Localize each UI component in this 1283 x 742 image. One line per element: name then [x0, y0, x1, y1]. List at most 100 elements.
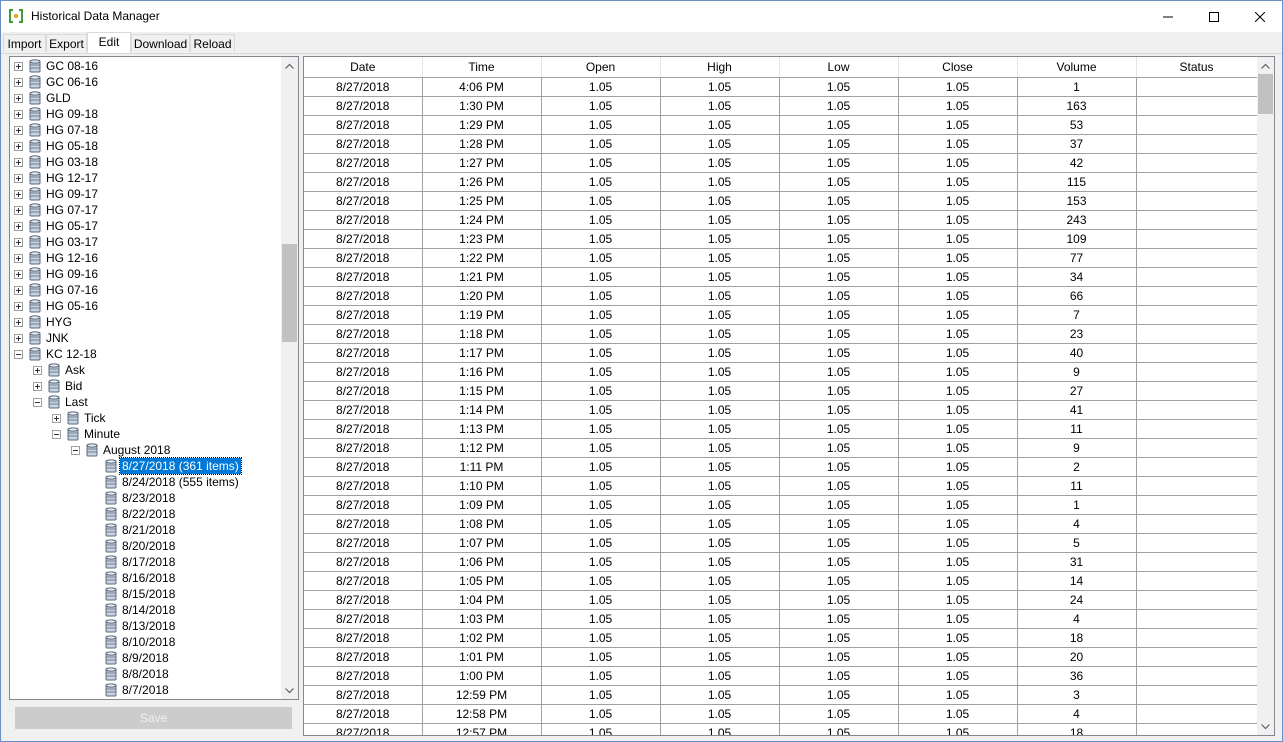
- table-cell[interactable]: 1.05: [660, 115, 780, 135]
- table-cell[interactable]: 1.05: [660, 685, 780, 705]
- column-header[interactable]: Time: [422, 57, 542, 78]
- table-cell[interactable]: [1136, 495, 1258, 515]
- table-cell[interactable]: 1.05: [779, 457, 899, 477]
- table-cell[interactable]: [1136, 704, 1258, 724]
- table-row[interactable]: 8/27/2018 1:18 PM 1.05 1.05 1.05 1.05 23: [304, 324, 1258, 344]
- table-cell[interactable]: 1.05: [779, 514, 899, 534]
- table-cell[interactable]: 8/27/2018: [304, 514, 423, 534]
- table-cell[interactable]: 1:19 PM: [422, 305, 542, 325]
- table-cell[interactable]: 8/27/2018: [304, 533, 423, 553]
- table-cell[interactable]: 1.05: [898, 533, 1018, 553]
- table-cell[interactable]: 1.05: [898, 628, 1018, 648]
- grid-scrollbar[interactable]: [1257, 57, 1274, 735]
- table-cell[interactable]: 1:11 PM: [422, 457, 542, 477]
- table-row[interactable]: 8/27/2018 1:15 PM 1.05 1.05 1.05 1.05 27: [304, 381, 1258, 401]
- table-cell[interactable]: 8/27/2018: [304, 362, 423, 382]
- table-cell[interactable]: 1.05: [779, 552, 899, 572]
- table-cell[interactable]: 1.05: [660, 438, 780, 458]
- table-cell[interactable]: 8/27/2018: [304, 115, 423, 135]
- table-cell[interactable]: 1.05: [779, 267, 899, 287]
- table-row[interactable]: 8/27/2018 1:27 PM 1.05 1.05 1.05 1.05 42: [304, 153, 1258, 173]
- table-cell[interactable]: 1.05: [898, 267, 1018, 287]
- table-cell[interactable]: 1.05: [779, 134, 899, 154]
- table-cell[interactable]: 8/27/2018: [304, 267, 423, 287]
- table-cell[interactable]: 8/27/2018: [304, 438, 423, 458]
- table-cell[interactable]: 1:14 PM: [422, 400, 542, 420]
- symbol-tree[interactable]: GC 08-16 GC 06-16 GLD HG 09-18 HG 07-18 HG 05…: [9, 56, 299, 700]
- table-cell[interactable]: 1:06 PM: [422, 552, 542, 572]
- table-cell[interactable]: 1.05: [660, 172, 780, 192]
- table-row[interactable]: 8/27/2018 12:57 PM 1.05 1.05 1.05 1.05 18: [304, 723, 1258, 735]
- table-cell[interactable]: 1.05: [779, 248, 899, 268]
- table-cell[interactable]: 1.05: [898, 343, 1018, 363]
- table-cell[interactable]: 109: [1017, 229, 1137, 249]
- table-cell[interactable]: 1:29 PM: [422, 115, 542, 135]
- table-cell[interactable]: 18: [1017, 628, 1137, 648]
- tree-scrollbar[interactable]: [281, 57, 298, 699]
- table-cell[interactable]: 1:15 PM: [422, 381, 542, 401]
- table-cell[interactable]: 1.05: [660, 666, 780, 686]
- expand-icon[interactable]: [14, 174, 23, 183]
- table-cell[interactable]: 1.05: [541, 362, 661, 382]
- table-cell[interactable]: 1:10 PM: [422, 476, 542, 496]
- table-cell[interactable]: 4: [1017, 609, 1137, 629]
- table-cell[interactable]: 8/27/2018: [304, 191, 423, 211]
- table-cell[interactable]: 8/27/2018: [304, 172, 423, 192]
- table-cell[interactable]: 7: [1017, 305, 1137, 325]
- table-cell[interactable]: [1136, 343, 1258, 363]
- table-cell[interactable]: 1.05: [898, 514, 1018, 534]
- expand-icon[interactable]: [14, 238, 23, 247]
- table-cell[interactable]: [1136, 191, 1258, 211]
- table-row[interactable]: 8/27/2018 1:22 PM 1.05 1.05 1.05 1.05 77: [304, 248, 1258, 268]
- expand-icon[interactable]: [14, 222, 23, 231]
- scroll-down-button[interactable]: [281, 682, 298, 699]
- table-cell[interactable]: 8/27/2018: [304, 647, 423, 667]
- table-cell[interactable]: 1:26 PM: [422, 172, 542, 192]
- table-cell[interactable]: 1.05: [898, 134, 1018, 154]
- table-row[interactable]: 8/27/2018 12:59 PM 1.05 1.05 1.05 1.05 3: [304, 685, 1258, 705]
- table-cell[interactable]: 1.05: [660, 571, 780, 591]
- table-row[interactable]: 8/27/2018 1:16 PM 1.05 1.05 1.05 1.05 9: [304, 362, 1258, 382]
- table-cell[interactable]: 1.05: [541, 533, 661, 553]
- table-row[interactable]: 8/27/2018 1:26 PM 1.05 1.05 1.05 1.05 115: [304, 172, 1258, 192]
- table-cell[interactable]: 36: [1017, 666, 1137, 686]
- table-cell[interactable]: 1.05: [898, 153, 1018, 173]
- table-cell[interactable]: [1136, 438, 1258, 458]
- table-cell[interactable]: [1136, 647, 1258, 667]
- table-cell[interactable]: 1.05: [660, 343, 780, 363]
- table-cell[interactable]: 8/27/2018: [304, 419, 423, 439]
- table-cell[interactable]: 1.05: [660, 229, 780, 249]
- table-cell[interactable]: 1.05: [898, 172, 1018, 192]
- table-cell[interactable]: 1:23 PM: [422, 229, 542, 249]
- table-cell[interactable]: 1.05: [660, 248, 780, 268]
- table-cell[interactable]: [1136, 115, 1258, 135]
- table-row[interactable]: 8/27/2018 1:13 PM 1.05 1.05 1.05 1.05 11: [304, 419, 1258, 439]
- table-cell[interactable]: 1.05: [779, 590, 899, 610]
- table-row[interactable]: 8/27/2018 1:03 PM 1.05 1.05 1.05 1.05 4: [304, 609, 1258, 629]
- table-cell[interactable]: 1.05: [660, 723, 780, 735]
- table-cell[interactable]: 18: [1017, 723, 1137, 735]
- table-cell[interactable]: 1.05: [779, 172, 899, 192]
- table-row[interactable]: 8/27/2018 1:02 PM 1.05 1.05 1.05 1.05 18: [304, 628, 1258, 648]
- table-cell[interactable]: 1.05: [541, 286, 661, 306]
- table-cell[interactable]: 1.05: [660, 324, 780, 344]
- table-cell[interactable]: 115: [1017, 172, 1137, 192]
- table-cell[interactable]: 1.05: [898, 210, 1018, 230]
- scroll-up-button[interactable]: [281, 57, 298, 74]
- table-cell[interactable]: 1.05: [898, 191, 1018, 211]
- column-header[interactable]: Date: [304, 57, 423, 78]
- expand-icon[interactable]: [14, 254, 23, 263]
- table-cell[interactable]: 1.05: [779, 343, 899, 363]
- table-cell[interactable]: 1.05: [541, 77, 661, 97]
- table-cell[interactable]: 1.05: [779, 647, 899, 667]
- table-cell[interactable]: 1.05: [779, 115, 899, 135]
- grid-scroll-down-button[interactable]: [1257, 718, 1274, 735]
- save-button[interactable]: Save: [15, 707, 292, 729]
- table-cell[interactable]: 1.05: [898, 115, 1018, 135]
- table-cell[interactable]: 1.05: [541, 172, 661, 192]
- table-cell[interactable]: 153: [1017, 191, 1137, 211]
- table-cell[interactable]: 1:28 PM: [422, 134, 542, 154]
- table-cell[interactable]: 1:00 PM: [422, 666, 542, 686]
- table-cell[interactable]: 1.05: [779, 704, 899, 724]
- table-cell[interactable]: 8/27/2018: [304, 343, 423, 363]
